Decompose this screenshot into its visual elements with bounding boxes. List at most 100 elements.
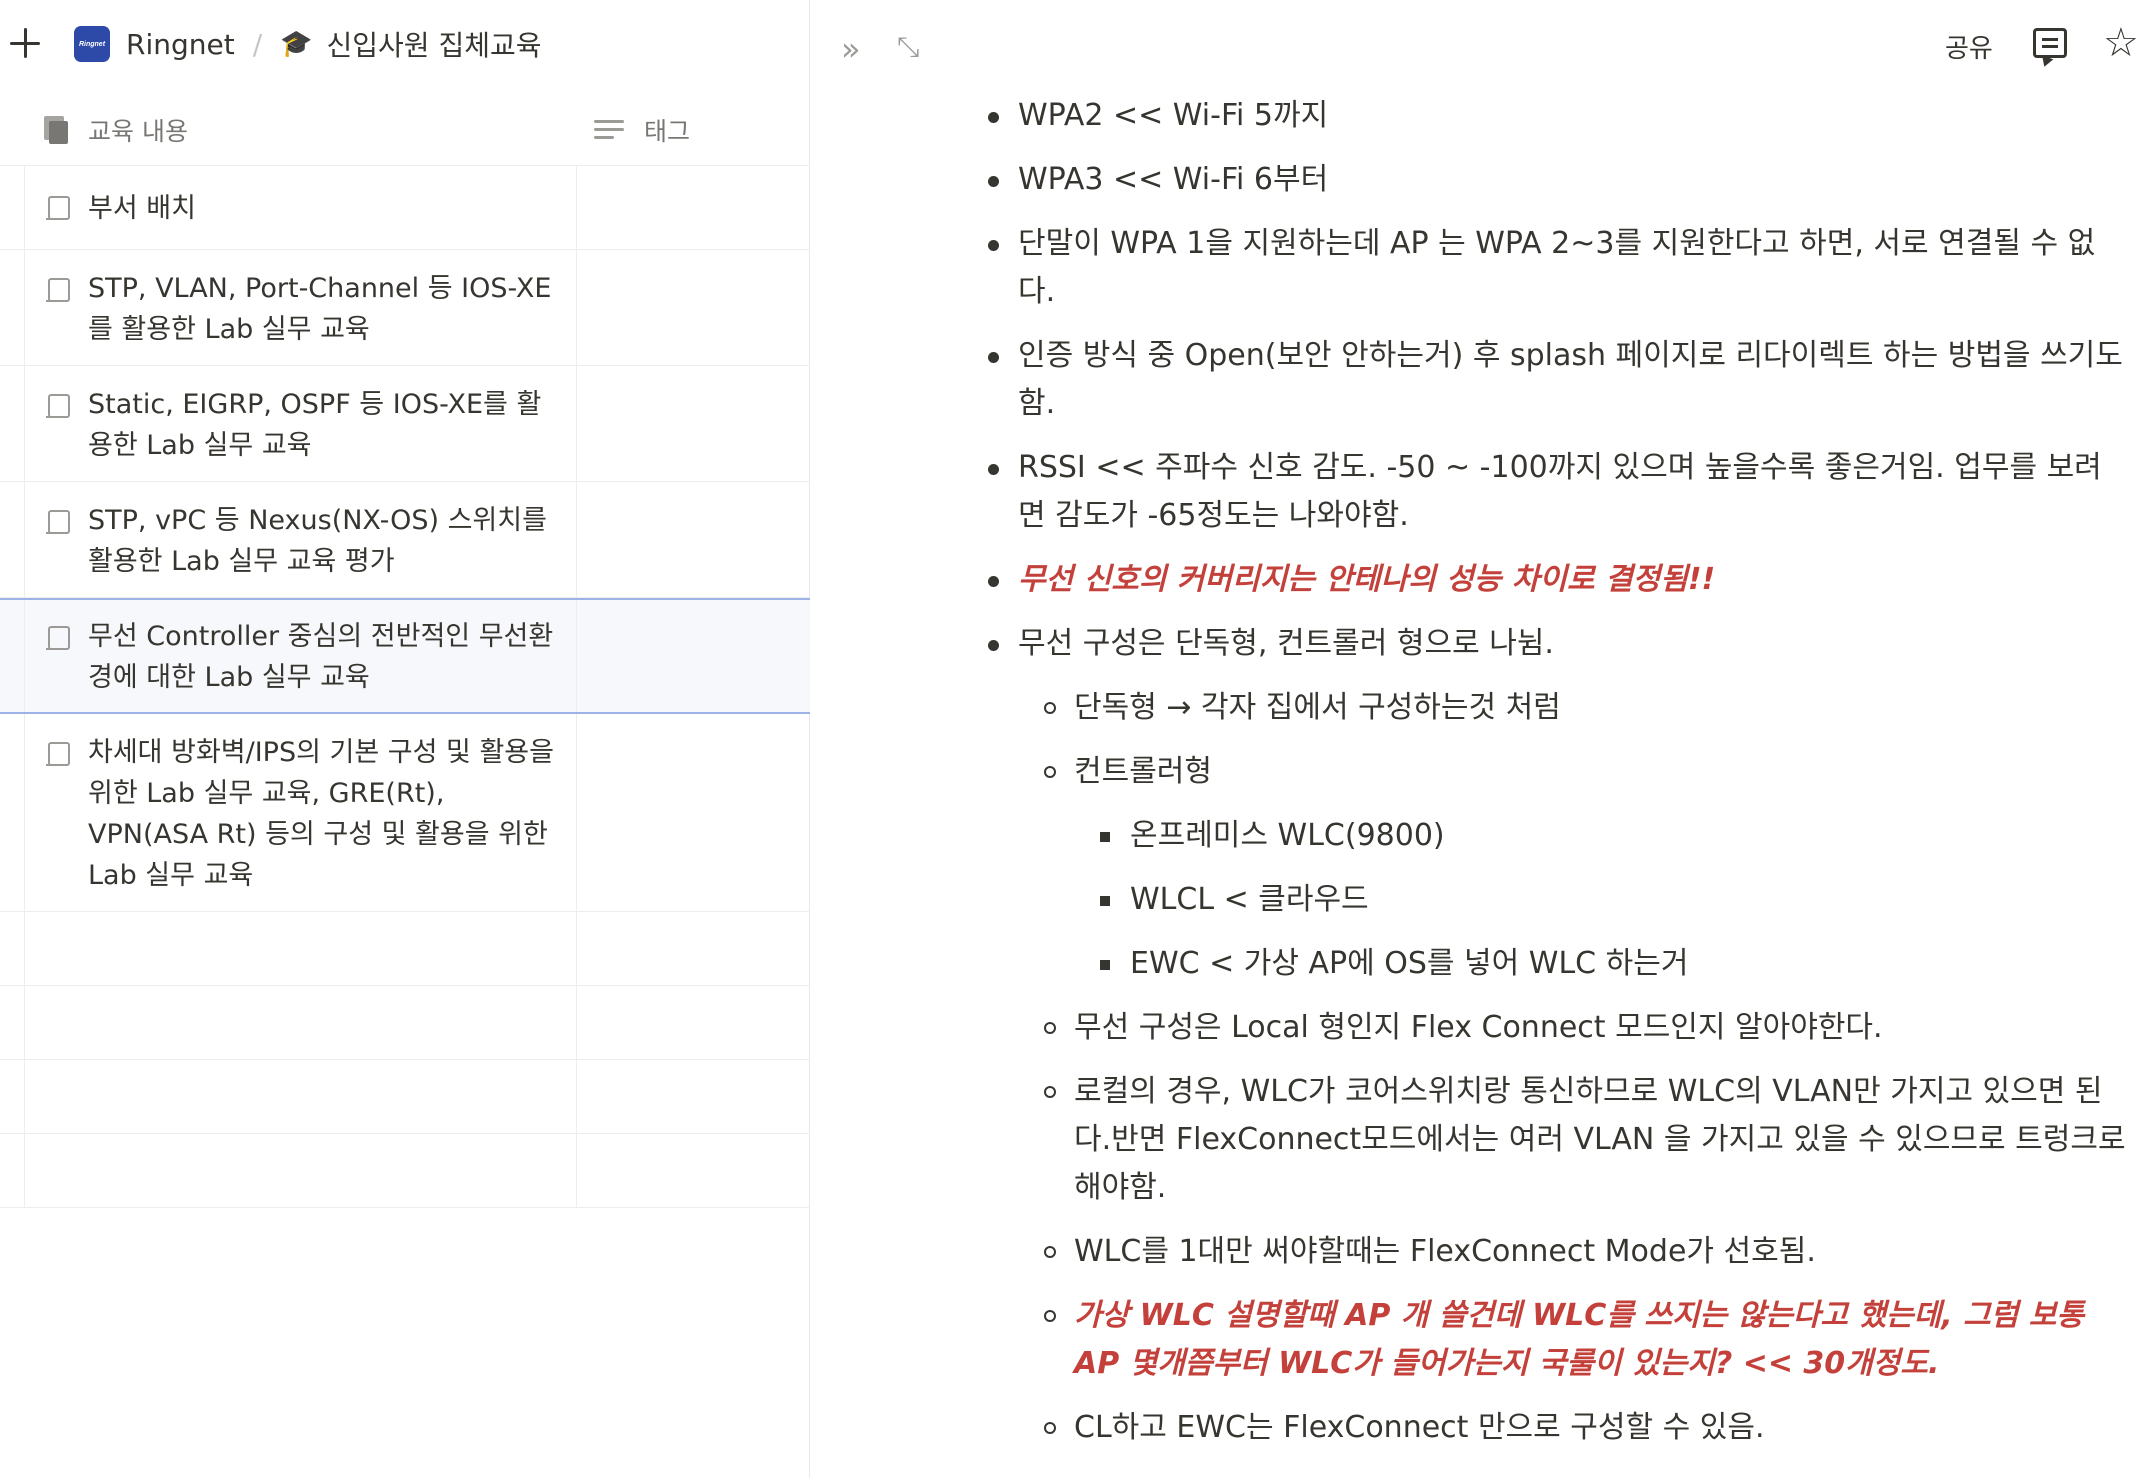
page-toolbar: » ⤡ 공유 ☆ <box>811 0 2156 88</box>
bullet-dot-icon <box>988 240 999 251</box>
table-cell <box>24 986 577 1059</box>
list-item[interactable]: 로컬의 경우, WLC가 코어스위치랑 통신하므로 WLC의 VLAN만 가지고… <box>1044 1068 2134 1212</box>
bullet-circle-icon <box>1044 1246 1056 1258</box>
table-body: 부서 배치 STP, VLAN, Port-Channel 등 IOS-XE를 … <box>0 166 810 1208</box>
table-row-empty[interactable] <box>0 912 810 986</box>
bullet-dot-icon <box>988 176 999 187</box>
bullet-circle-icon <box>1044 1022 1056 1034</box>
list-item[interactable]: WLC를 1대만 써야할때는 FlexConnect Mode가 선호됨. <box>1044 1228 2134 1276</box>
list-item-text: 단독형 → 각자 집에서 구성하는것 처럼 <box>1074 690 1561 725</box>
list-item[interactable]: 컨트롤러형 <box>1044 748 2134 796</box>
bullet-dot-icon <box>988 352 999 363</box>
table-row[interactable]: 차세대 방화벽/IPS의 기본 구성 및 활용을 위한 Lab 실무 교육, G… <box>0 714 810 912</box>
bullet-square-icon <box>1100 896 1110 906</box>
list-item-text: 단말이 WPA 1을 지원하는데 AP 는 WPA 2~3를 지원한다고 하면,… <box>1018 226 2096 309</box>
column-header-content[interactable]: 교육 내용 <box>44 112 188 148</box>
list-item-text: RSSI << 주파수 신호 감도. -50 ~ -100까지 있으며 높을수록… <box>1018 450 2102 533</box>
table-header: 교육 내용 태그 <box>0 88 810 166</box>
page-icon <box>46 742 70 768</box>
page-icon <box>46 278 70 304</box>
list-item-text: 온프레미스 WLC(9800) <box>1130 818 1445 853</box>
column-header-label: 교육 내용 <box>88 117 188 146</box>
list-item[interactable]: 온프레미스 WLC(9800) <box>1100 812 2130 860</box>
table-row[interactable]: Static, EIGRP, OSPF 등 IOS-XE를 활용한 Lab 실무… <box>0 366 810 482</box>
list-item[interactable]: 단독형 → 각자 집에서 구성하는것 처럼 <box>1044 684 2134 732</box>
column-header-label: 태그 <box>644 117 691 146</box>
book-icon <box>44 116 68 144</box>
list-item-text: 무선 구성은 단독형, 컨트롤러 형으로 나뉨. <box>1018 626 1554 661</box>
left-panel: Ringnet Ringnet / 🎓 신입사원 집체교육 교육 내용 태그 부… <box>0 0 810 1478</box>
table-row[interactable]: STP, VLAN, Port-Channel 등 IOS-XE를 활용한 La… <box>0 250 810 366</box>
list-item[interactable]: 단말이 WPA 1을 지원하는데 AP 는 WPA 2~3를 지원한다고 하면,… <box>988 220 2128 316</box>
list-item[interactable]: 무선 구성은 Local 형인지 Flex Connect 모드인지 알아야한다… <box>1044 1004 2134 1052</box>
page-panel: » ⤡ 공유 ☆ WPA2 << Wi-Fi 5까지 WPA3 << Wi-Fi… <box>811 0 2156 1478</box>
table-cell <box>24 1134 577 1207</box>
page-icon <box>46 394 70 420</box>
row-title[interactable]: STP, vPC 등 Nexus(NX-OS) 스위치를 활용한 Lab 실무 … <box>88 500 558 582</box>
list-item-highlight[interactable]: 무선 신호의 커버리지는 안테나의 성능 차이로 결정됨!! <box>988 556 2128 604</box>
row-title[interactable]: 부서 배치 <box>88 188 558 229</box>
list-item-text: 인증 방식 중 Open(보안 안하는거) 후 splash 페이지로 리다이렉… <box>1018 338 2123 421</box>
list-item-text: EWC < 가상 AP에 OS를 넣어 WLC 하는거 <box>1130 946 1689 981</box>
list-item[interactable]: WPA3 << Wi-Fi 6부터 <box>988 156 2128 204</box>
bullet-dot-icon <box>988 576 999 587</box>
list-item[interactable]: 인증 방식 중 Open(보안 안하는거) 후 splash 페이지로 리다이렉… <box>988 332 2128 428</box>
expand-icon[interactable]: ⤡ <box>897 30 919 64</box>
bullet-circle-icon <box>1044 702 1056 714</box>
list-item[interactable]: WPA2 << Wi-Fi 5까지 <box>988 92 2128 140</box>
plus-icon[interactable] <box>10 28 42 60</box>
page-icon <box>46 626 70 652</box>
list-item-text: WLC를 1대만 써야할때는 FlexConnect Mode가 선호됨. <box>1074 1234 1816 1269</box>
bullet-square-icon <box>1100 960 1110 970</box>
table-row[interactable]: STP, vPC 등 Nexus(NX-OS) 스위치를 활용한 Lab 실무 … <box>0 482 810 598</box>
list-item[interactable]: CL하고 EWC는 FlexConnect 만으로 구성할 수 있음. <box>1044 1404 2134 1452</box>
comment-icon[interactable] <box>2033 28 2067 58</box>
page-icon <box>46 196 70 222</box>
table-row-selected[interactable]: 무선 Controller 중심의 전반적인 무선환경에 대한 Lab 실무 교… <box>0 598 810 714</box>
breadcrumb-page[interactable]: 신입사원 집체교육 <box>327 24 542 64</box>
bullet-circle-icon <box>1044 1310 1056 1322</box>
bullet-circle-icon <box>1044 1422 1056 1434</box>
row-title[interactable]: 차세대 방화벽/IPS의 기본 구성 및 활용을 위한 Lab 실무 교육, G… <box>88 732 558 896</box>
list-item-text: 컨트롤러형 <box>1074 754 1212 789</box>
list-item-highlight[interactable]: 가상 WLC 설명할때 AP 개 쓸건데 WLC를 쓰지는 않는다고 했는데, … <box>1044 1292 2134 1388</box>
list-item-text: 로컬의 경우, WLC가 코어스위치랑 통신하므로 WLC의 VLAN만 가지고… <box>1074 1074 2126 1205</box>
share-button[interactable]: 공유 <box>1945 28 1993 65</box>
bullet-square-icon <box>1100 832 1110 842</box>
list-item-text: 가상 WLC 설명할때 AP 개 쓸건데 WLC를 쓰지는 않는다고 했는데, … <box>1074 1298 2084 1381</box>
list-item-text: WLCL < 클라우드 <box>1130 882 1369 917</box>
column-header-tags[interactable]: 태그 <box>594 112 690 148</box>
row-title[interactable]: 무선 Controller 중심의 전반적인 무선환경에 대한 Lab 실무 교… <box>88 616 558 698</box>
breadcrumb-separator: / <box>252 27 263 61</box>
list-item-text: CL하고 EWC는 FlexConnect 만으로 구성할 수 있음. <box>1074 1410 1765 1445</box>
row-title[interactable]: Static, EIGRP, OSPF 등 IOS-XE를 활용한 Lab 실무… <box>88 384 558 466</box>
table-cell <box>24 1060 577 1133</box>
list-item[interactable]: 무선 구성은 단독형, 컨트롤러 형으로 나뉨. <box>988 620 2128 668</box>
bullet-dot-icon <box>988 640 999 651</box>
list-item[interactable]: WLCL < 클라우드 <box>1100 876 2130 924</box>
breadcrumb-workspace[interactable]: Ringnet <box>126 28 235 61</box>
workspace-logo[interactable]: Ringnet <box>74 26 110 62</box>
bullet-circle-icon <box>1044 766 1056 778</box>
bullet-dot-icon <box>988 112 999 123</box>
table-row-empty[interactable] <box>0 986 810 1060</box>
collapse-panel-icon[interactable]: » <box>841 30 860 68</box>
page-icon <box>46 510 70 536</box>
bullet-circle-icon <box>1044 1086 1056 1098</box>
table-row[interactable]: 부서 배치 <box>0 166 810 250</box>
star-icon[interactable]: ☆ <box>2103 20 2139 66</box>
table-cell <box>24 912 577 985</box>
breadcrumb: Ringnet Ringnet / 🎓 신입사원 집체교육 <box>0 0 810 88</box>
list-item-text: WPA2 << Wi-Fi 5까지 <box>1018 98 1329 133</box>
list-item-text: 무선 신호의 커버리지는 안테나의 성능 차이로 결정됨!! <box>1018 562 1716 597</box>
list-item[interactable]: RSSI << 주파수 신호 감도. -50 ~ -100까지 있으며 높을수록… <box>988 444 2128 540</box>
graduation-cap-icon: 🎓 <box>280 29 313 59</box>
row-title[interactable]: STP, VLAN, Port-Channel 등 IOS-XE를 활용한 La… <box>88 268 558 350</box>
bullet-dot-icon <box>988 464 999 475</box>
table-row-empty[interactable] <box>0 1060 810 1134</box>
list-item-text: WPA3 << Wi-Fi 6부터 <box>1018 162 1329 197</box>
table-row-empty[interactable] <box>0 1134 810 1208</box>
list-item[interactable]: EWC < 가상 AP에 OS를 넣어 WLC 하는거 <box>1100 940 2130 988</box>
list-item-text: 무선 구성은 Local 형인지 Flex Connect 모드인지 알아야한다… <box>1074 1010 1883 1045</box>
lines-icon <box>594 118 624 142</box>
